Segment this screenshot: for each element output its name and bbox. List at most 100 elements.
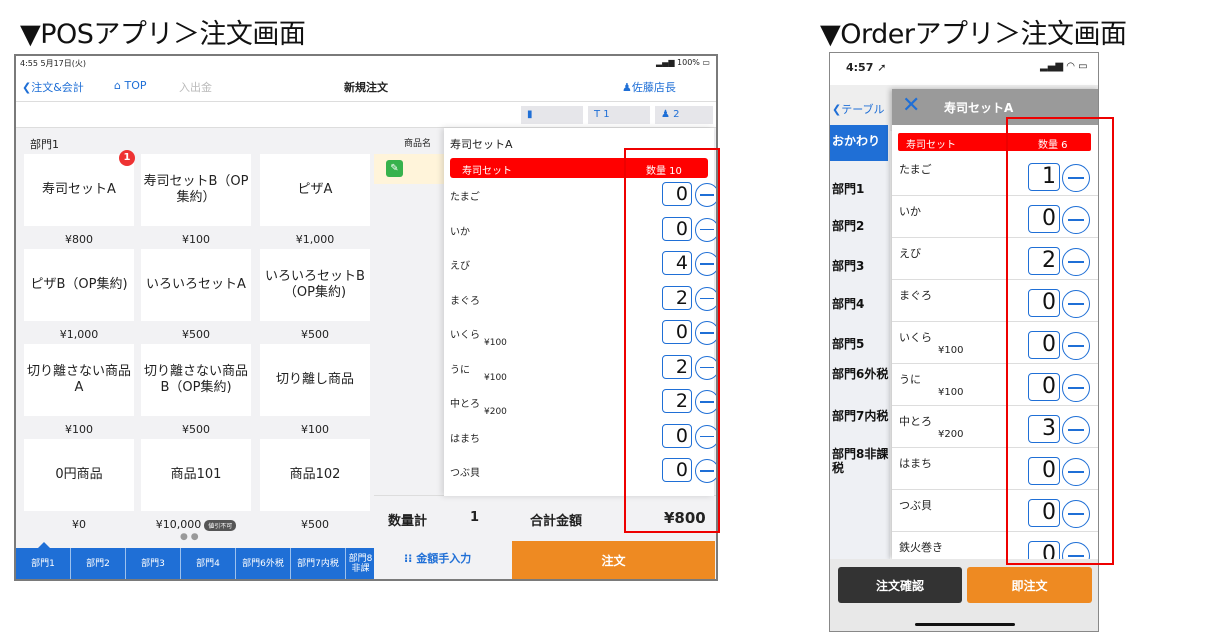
no-discount-tag: 値引不可 xyxy=(204,519,237,531)
option-name: 中とろ xyxy=(450,399,480,410)
user-icon: ♟ xyxy=(622,81,632,94)
product-name: 寿司セットB（OP集約） xyxy=(143,173,249,205)
category-item[interactable]: 部門4 xyxy=(832,297,890,312)
product-name: いろいろセットB（OP集約) xyxy=(265,268,365,300)
tab-department[interactable]: 部門3 xyxy=(126,548,181,579)
option-name: いくら xyxy=(450,330,480,341)
clipboard-button[interactable]: ▮ xyxy=(521,106,583,124)
product-name: 0円商品 xyxy=(55,466,103,482)
category-item[interactable]: 部門5 xyxy=(832,337,890,352)
tab-department[interactable]: 部門8非課 xyxy=(346,548,376,579)
product-tile[interactable]: 切り離し商品 xyxy=(260,344,370,416)
product-price: ¥800 xyxy=(65,233,93,246)
category-item[interactable]: 部門8非課税 xyxy=(832,447,890,476)
product-name: 寿司セットA xyxy=(42,181,116,197)
qty-total-value: 1 xyxy=(470,510,480,525)
keypad-icon: ⁝⁝ xyxy=(404,552,413,565)
order-option-price: ¥100 xyxy=(938,345,964,356)
category-item[interactable]: 部門3 xyxy=(832,259,890,274)
product-price: ¥500 xyxy=(301,518,329,531)
top-button[interactable]: ⌂ TOP xyxy=(114,79,147,92)
tab-department[interactable]: 部門2 xyxy=(71,548,126,579)
order-option-price: ¥100 xyxy=(938,387,964,398)
product-tile[interactable]: 商品101 xyxy=(141,439,251,511)
battery-indicator: ▂▄▆ 100% ▭ xyxy=(656,58,710,67)
category-list: おかわり部門1 部門2 部門3 部門4 部門5 部門6外税部門7内税部門8非課税 xyxy=(830,125,890,565)
category-item[interactable]: 部門2 xyxy=(832,219,890,234)
order-heading: ▼Orderアプリ＞注文画面 xyxy=(820,19,1127,50)
tab-department[interactable]: 部門4 xyxy=(181,548,236,579)
manual-amount-button[interactable]: ⁝⁝ 金額手入力 xyxy=(404,550,471,566)
product-price: ¥500 xyxy=(301,328,329,341)
phone-back-button[interactable]: ❮テーブル xyxy=(832,101,885,117)
option-name: つぶ貝 xyxy=(450,468,480,479)
amount-total-label: 合計金額 xyxy=(530,514,583,529)
edit-icon[interactable]: ✎ xyxy=(386,160,403,177)
category-item[interactable]: 部門6外税 xyxy=(832,367,890,382)
option-price: ¥100 xyxy=(484,338,507,348)
product-name: 切り離さない商品A xyxy=(26,363,131,395)
pos-screen: 4:55 5月17日(火) ▂▄▆ 100% ▭ ❮注文&会計 ⌂ TOP 入出… xyxy=(14,54,718,581)
tab-row: 部門1 部門2 部門3 部門4 部門6外税 部門7内税 部門8非課 xyxy=(16,548,376,579)
product-name: 切り離さない商品B（OP集約) xyxy=(143,363,248,395)
product-price: ¥100 xyxy=(65,423,93,436)
highlight-box-pos xyxy=(624,148,720,533)
order-option-name: 中とろ xyxy=(899,415,932,428)
product-price: ¥1,000 xyxy=(59,328,99,341)
order-option-name: うに xyxy=(899,373,921,386)
option-price: ¥200 xyxy=(484,407,507,417)
product-price: ¥500 xyxy=(182,423,210,436)
user-button[interactable]: ♟佐藤店長 xyxy=(622,79,676,95)
product-tile[interactable]: 切り離さない商品B（OP集約) xyxy=(141,344,251,416)
product-price: ¥100 xyxy=(301,423,329,436)
page-title: 新規注文 xyxy=(344,81,388,94)
product-tile[interactable]: ピザA xyxy=(260,154,370,226)
close-icon[interactable]: ✕ xyxy=(902,93,920,118)
chevron-left-icon: ❮ xyxy=(22,81,32,94)
option-name: いか xyxy=(450,226,470,238)
tab-department[interactable]: 部門1 xyxy=(16,548,71,579)
category-item[interactable]: 部門7内税 xyxy=(832,409,890,424)
product-name: ピザB（OP集約) xyxy=(30,276,128,292)
product-tile[interactable]: 商品102 xyxy=(260,439,370,511)
inout-button[interactable]: 入出金 xyxy=(179,79,212,95)
table-button[interactable]: T 1 xyxy=(588,106,650,124)
order-option-price: ¥200 xyxy=(938,429,964,440)
product-tile[interactable]: ピザB（OP集約) xyxy=(24,249,134,321)
tab-department[interactable]: 部門6外税 xyxy=(236,548,291,579)
product-tile[interactable]: 切り離さない商品A xyxy=(24,344,134,416)
product-price: ¥1,000 xyxy=(295,233,335,246)
tab-department[interactable]: 部門7内税 xyxy=(291,548,346,579)
product-tile[interactable]: いろいろセットA xyxy=(141,249,251,321)
option-name: うに xyxy=(450,364,470,376)
highlight-box-order xyxy=(1006,117,1114,565)
status-bar: 4:55 5月17日(火) ▂▄▆ 100% ▭ xyxy=(16,56,716,70)
option-name: はまち xyxy=(450,433,480,445)
confirm-order-button[interactable]: 注文確認 xyxy=(838,567,962,603)
instant-order-button[interactable]: 即注文 xyxy=(967,567,1092,603)
category-item[interactable]: おかわり xyxy=(830,125,888,161)
icon-bar: ▮ T 1 ♟ 2 xyxy=(16,102,716,128)
phone-status-time: 4:57 ➚ xyxy=(846,61,887,74)
category-item[interactable]: 部門1 xyxy=(832,182,890,197)
product-tile[interactable]: 寿司セットB（OP集約） xyxy=(141,154,251,226)
count-badge: 1 xyxy=(119,150,135,166)
product-tile[interactable]: いろいろセットB（OP集約) xyxy=(260,249,370,321)
option-price: ¥100 xyxy=(484,372,507,383)
department-tabs: 部門1 部門2 部門3 部門4 部門6外税 部門7内税 部門8非課 xyxy=(16,542,376,579)
active-tab-indicator xyxy=(38,542,50,548)
page-dots: ● ● xyxy=(180,532,199,542)
order-option-name: いくら xyxy=(899,331,932,344)
selected-row[interactable]: ✎ xyxy=(374,154,444,184)
product-name: 商品102 xyxy=(289,466,341,482)
person-icon: ♟ xyxy=(661,109,670,120)
product-name: ピザA xyxy=(297,181,333,197)
product-tile[interactable]: 寿司セットA xyxy=(24,154,134,226)
back-button[interactable]: ❮注文&会計 xyxy=(22,79,84,95)
product-tile[interactable]: 0円商品 xyxy=(24,439,134,511)
option-name: えび xyxy=(450,261,470,272)
product-price: ¥10,000 値引不可 xyxy=(141,518,251,531)
order-button[interactable]: 注文 xyxy=(512,541,715,579)
people-button[interactable]: ♟ 2 xyxy=(655,106,713,124)
home-icon: ⌂ xyxy=(114,79,121,92)
